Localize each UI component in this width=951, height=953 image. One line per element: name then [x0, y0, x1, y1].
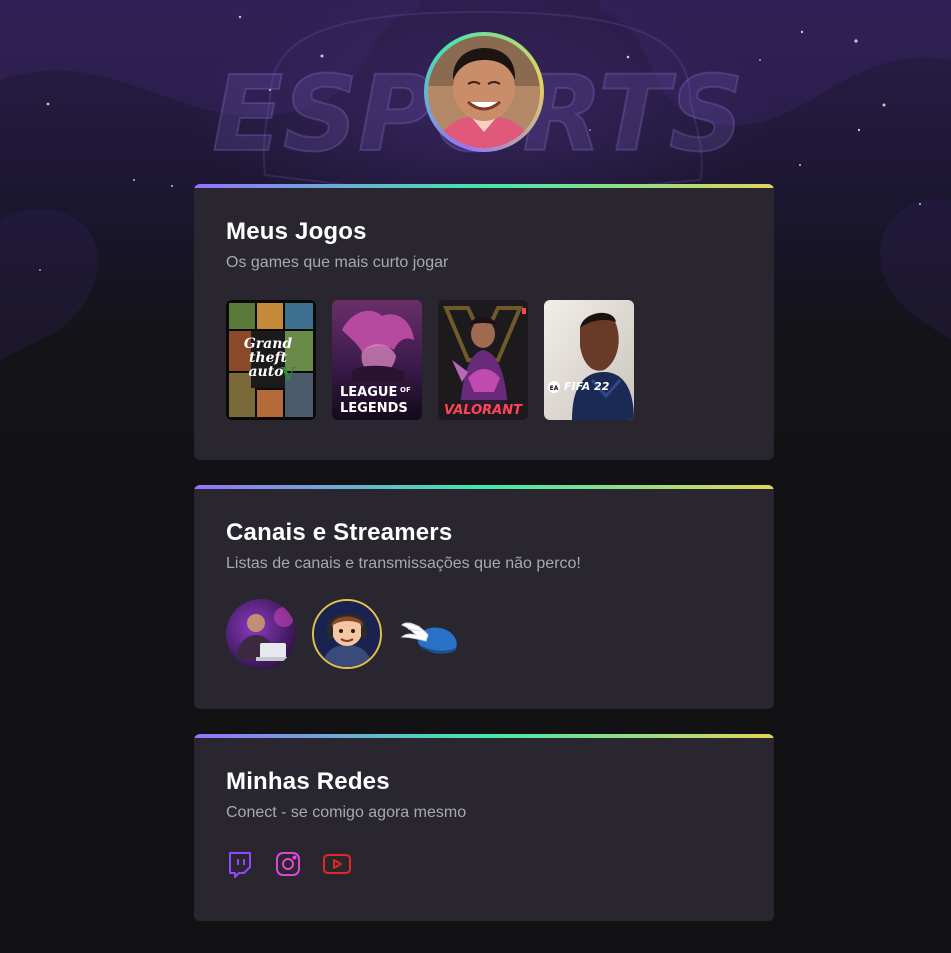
- game-gta-v[interactable]: Grand theft auto V: [226, 300, 316, 420]
- youtube-icon[interactable]: [322, 850, 351, 878]
- streamers-title: Canais e Streamers: [226, 519, 453, 546]
- profile-photo: [428, 36, 540, 148]
- fifa-logo: FIFA 22: [564, 380, 610, 393]
- streamer-avatar-1[interactable]: [226, 599, 296, 669]
- socials-list: [226, 850, 351, 878]
- gta-logo-mark: V: [280, 364, 296, 385]
- game-fifa-22[interactable]: EA FIFA 22: [544, 300, 634, 420]
- streamers-list: [226, 599, 468, 669]
- streamers-card: Canais e Streamers Listas de canais e tr…: [194, 485, 774, 709]
- games-card: Meus Jogos Os games que mais curto jogar…: [194, 184, 774, 460]
- streamer-avatar-2[interactable]: [312, 599, 382, 669]
- streamer-avatar-3[interactable]: [398, 599, 468, 669]
- streamers-subtitle: Listas de canais e transmissações que nã…: [226, 555, 581, 572]
- profile-avatar: [424, 32, 544, 152]
- socials-title: Minhas Redes: [226, 768, 390, 795]
- valorant-logo: VALORANT: [444, 403, 523, 418]
- games-list: Grand theft auto V LEAGUE OF LEGENDS VAL…: [226, 300, 634, 420]
- lol-logo-line-2: OF: [400, 386, 411, 394]
- game-valorant[interactable]: VALORANT: [438, 300, 528, 420]
- socials-card: Minhas Redes Conect - se comigo agora me…: [194, 734, 774, 921]
- game-league-of-legends[interactable]: LEAGUE OF LEGENDS: [332, 300, 422, 420]
- lol-logo-line-3: LEGENDS: [340, 401, 408, 416]
- instagram-icon[interactable]: [274, 850, 302, 878]
- fifa-ea-badge: EA: [550, 385, 559, 392]
- lol-logo-line-1: LEAGUE: [340, 385, 397, 400]
- games-subtitle: Os games que mais curto jogar: [226, 254, 449, 271]
- twitch-icon[interactable]: [226, 850, 254, 878]
- socials-subtitle: Conect - se comigo agora mesmo: [226, 804, 467, 821]
- games-title: Meus Jogos: [226, 218, 367, 245]
- gta-logo-line-3: auto: [248, 364, 283, 380]
